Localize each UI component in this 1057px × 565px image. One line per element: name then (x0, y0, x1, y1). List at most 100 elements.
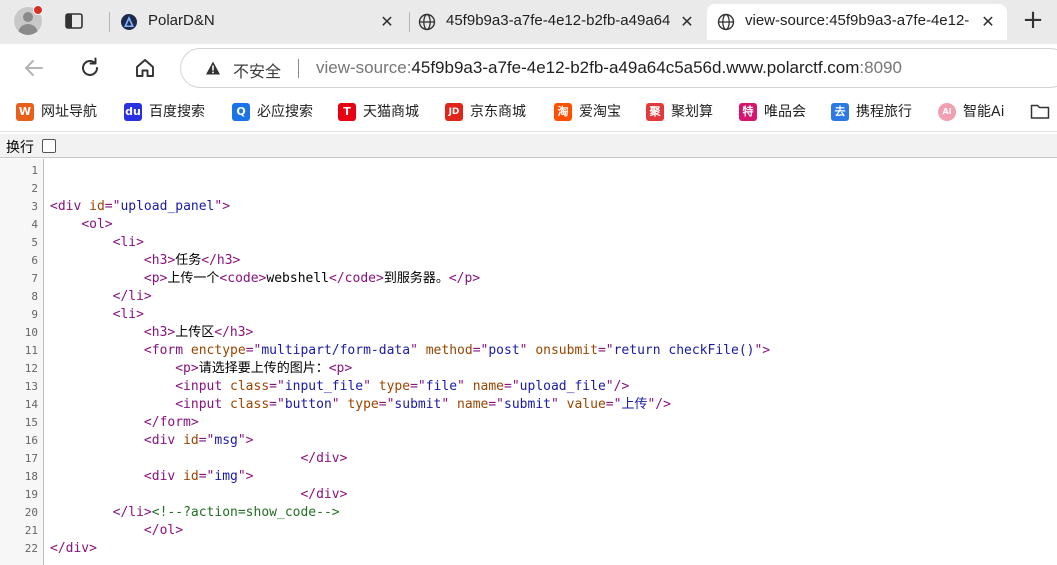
line-number: 1 (31, 164, 38, 177)
ctrip-icon: 去 (831, 103, 849, 121)
line-code: </div> (50, 486, 347, 504)
line-number: 10 (24, 326, 38, 339)
address-divider (298, 59, 299, 78)
code-token: <li> (112, 307, 144, 322)
code-token: =" (504, 379, 520, 394)
folder-icon (1030, 104, 1050, 119)
code-token: 到服务器。 (383, 271, 449, 286)
line-code: <div id="upload_panel"> (50, 198, 230, 216)
avatar-head (23, 12, 33, 22)
line-code: </div> (50, 540, 97, 558)
tab-view-source[interactable]: view-source:45f9b9a3-a7fe-4e12- ✕ (707, 4, 1007, 40)
vip-icon: 特 (739, 103, 757, 121)
code-token: </form> (143, 415, 199, 430)
notification-dot-icon (33, 5, 43, 15)
code-token: "> (214, 199, 231, 214)
code-token: " (363, 379, 379, 394)
code-token: input_file (284, 379, 364, 394)
line-number: 11 (24, 344, 38, 357)
bookmark-folder[interactable] (1030, 102, 1052, 122)
source-line: 22 </div> (0, 540, 1057, 558)
code-token: <div (143, 469, 184, 484)
bookmark-label: 聚划算 (671, 104, 713, 120)
code-token: </div> (300, 487, 348, 502)
source-line: 19 </div> (0, 486, 1057, 504)
line-code: <h3>任务</h3> (50, 252, 240, 270)
line-wrap-label: 换行 (6, 140, 34, 156)
code-token: " (457, 379, 473, 394)
line-wrap-checkbox[interactable] (42, 139, 56, 153)
source-line: 16 <div id="msg"> (0, 432, 1057, 450)
source-line: 4 <ol> (0, 216, 1057, 234)
code-token: </h3> (201, 253, 241, 268)
tab-polar[interactable]: PolarD&N ✕ (110, 4, 406, 40)
code-token: 上传区 (175, 325, 215, 340)
line-number: 16 (24, 434, 38, 447)
polar-logo-icon (120, 13, 138, 31)
home-icon[interactable] (133, 56, 157, 80)
code-token: name (472, 379, 505, 394)
tab-actions-icon[interactable] (64, 11, 84, 31)
code-token: </li> (112, 289, 152, 304)
code-token: <form (143, 343, 191, 358)
source-line: 20 </li><!--?action=show_code--> (0, 504, 1057, 522)
address-bar[interactable]: 不安全 view-source:45f9b9a3-a7fe-4e12-b2fb-… (180, 48, 1057, 88)
code-token: webshell (266, 271, 330, 286)
line-code: </div> (50, 450, 347, 468)
code-token: <code> (219, 271, 267, 286)
jd-icon: JD (445, 103, 463, 121)
code-token: </ol> (143, 523, 184, 538)
bookmark-label: 必应搜索 (257, 104, 313, 120)
new-tab-button[interactable]: + (1020, 7, 1046, 34)
line-number: 22 (24, 542, 38, 555)
code-token: return checkFile() (613, 343, 755, 358)
line-number: 4 (31, 218, 38, 231)
code-token: "/> (647, 397, 671, 412)
code-token: multipart/form-data (261, 343, 411, 358)
code-token: =" (378, 397, 395, 412)
code-token: submit (394, 397, 442, 412)
line-number: 19 (24, 488, 38, 501)
close-tab-icon[interactable]: ✕ (678, 13, 696, 31)
bookmarks-bar: W 网址导航 du 百度搜索 Q 必应搜索 T 天猫商城 JD 京东商城 淘 爱… (0, 92, 1057, 132)
reload-icon[interactable] (78, 56, 102, 80)
code-token: =" (269, 397, 285, 412)
baidu-paw-icon: du (124, 103, 142, 121)
tmall-icon: T (338, 103, 356, 121)
security-status-text[interactable]: 不安全 (233, 58, 281, 82)
code-token: <li> (112, 235, 144, 250)
code-token: 请选择要上传的图片： (198, 361, 329, 376)
code-token: 上传 (621, 397, 648, 412)
close-tab-icon[interactable]: ✕ (378, 13, 396, 31)
warning-triangle-icon[interactable] (205, 60, 221, 76)
code-token: method (425, 343, 473, 358)
code-token: msg (214, 433, 238, 448)
avatar-body (18, 24, 38, 35)
line-number: 13 (24, 380, 38, 393)
code-token: <p> (175, 361, 199, 376)
back-arrow-icon[interactable] (22, 56, 46, 80)
code-token: <p> (328, 361, 353, 376)
tab-challenge[interactable]: 45f9b9a3-a7fe-4e12-b2fb-a49a64c ✕ (408, 4, 706, 40)
code-token: <div (143, 433, 184, 448)
line-code: <input class="button" type="submit" name… (50, 396, 671, 414)
code-token: img (214, 469, 238, 484)
code-token: 上传一个 (167, 271, 220, 286)
url-text[interactable]: view-source:45f9b9a3-a7fe-4e12-b2fb-a49a… (316, 58, 902, 78)
close-tab-icon[interactable]: ✕ (979, 13, 997, 31)
code-token: onsubmit (535, 343, 598, 358)
code-token: id (89, 199, 105, 214)
code-token: <ol> (81, 217, 113, 232)
line-number: 21 (24, 524, 38, 537)
code-token: <h3> (143, 325, 176, 340)
code-token: upload_panel (120, 199, 215, 214)
tab-title: view-source:45f9b9a3-a7fe-4e12- (745, 12, 970, 29)
code-token: <input (175, 397, 231, 412)
line-code: <ol> (50, 216, 113, 234)
